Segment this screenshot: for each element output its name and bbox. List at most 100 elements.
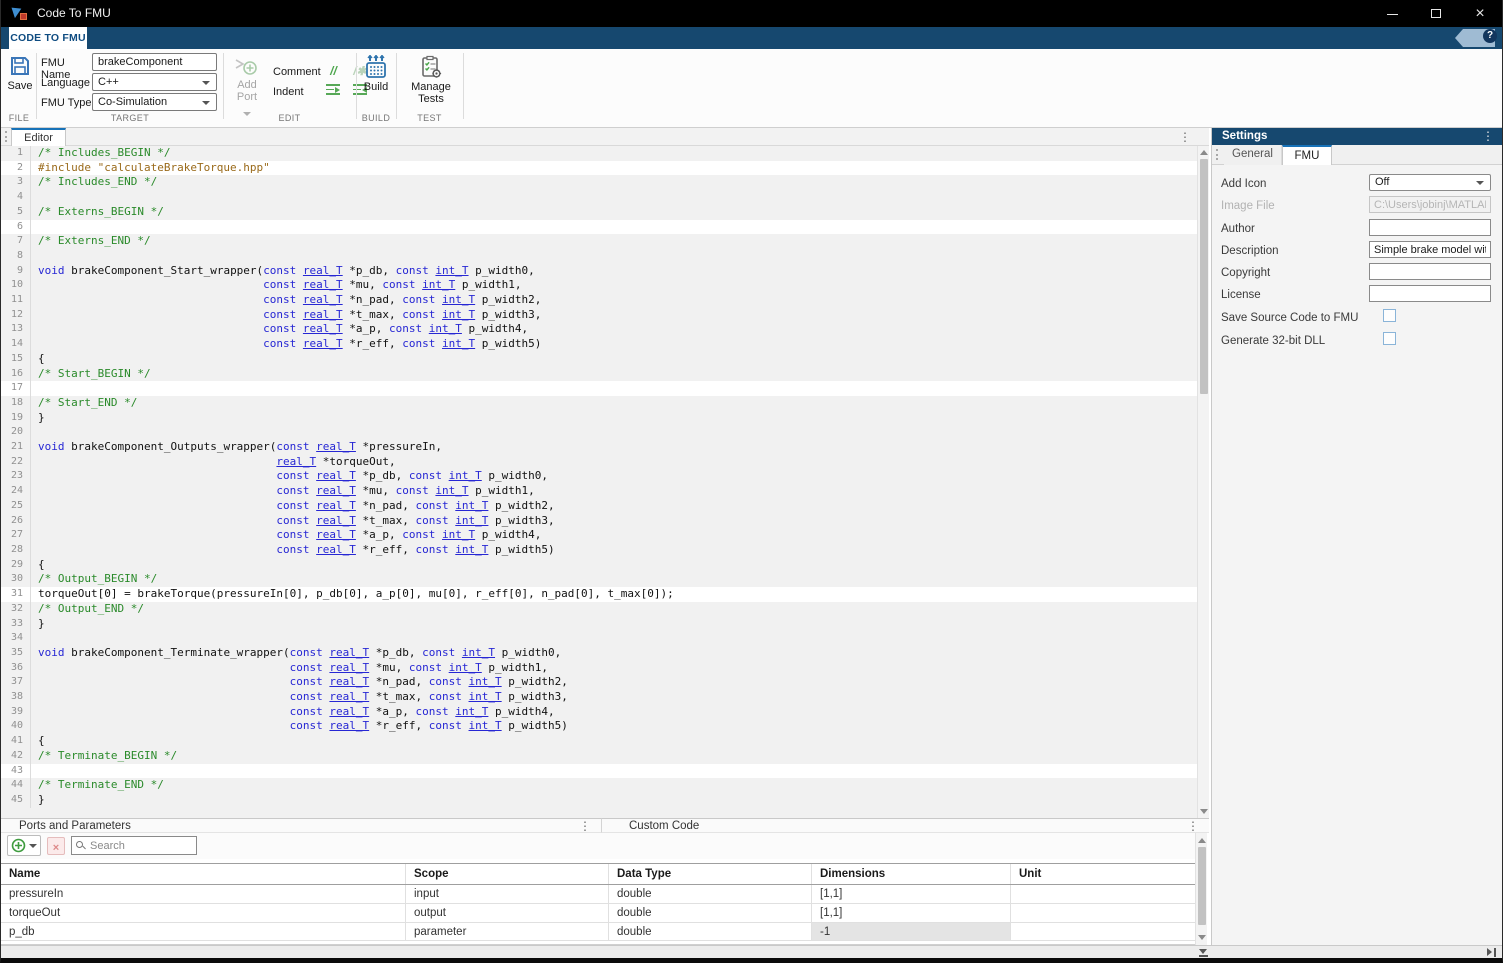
code-line[interactable]: 42/* Terminate_BEGIN */: [1, 749, 1197, 764]
code-line[interactable]: 41{: [1, 734, 1197, 749]
code-line[interactable]: 31torqueOut[0] = brakeTorque(pressureIn[…: [1, 587, 1197, 602]
table-cell[interactable]: [1,1]: [812, 885, 1011, 903]
table-cell[interactable]: double: [609, 904, 812, 922]
save-source-checkbox[interactable]: [1383, 309, 1396, 322]
scroll-to-end-icon[interactable]: [1487, 948, 1497, 957]
code-line[interactable]: 33}: [1, 617, 1197, 632]
code-line[interactable]: 16/* Start_BEGIN */: [1, 367, 1197, 382]
code-line[interactable]: 17: [1, 381, 1197, 396]
code-line[interactable]: 8: [1, 249, 1197, 264]
table-cell[interactable]: parameter: [406, 923, 609, 941]
indent-button[interactable]: [325, 82, 341, 100]
column-header[interactable]: Dimensions: [812, 864, 1011, 884]
language-dropdown[interactable]: C++: [92, 73, 217, 91]
license-input[interactable]: [1369, 285, 1491, 302]
code-line[interactable]: 9void brakeComponent_Start_wrapper(const…: [1, 264, 1197, 279]
custom-code-panel-header[interactable]: Custom Code ⋮: [601, 818, 1209, 833]
search-input[interactable]: [90, 838, 194, 853]
tab-editor[interactable]: Editor: [11, 128, 66, 146]
table-cell[interactable]: pressureIn: [1, 885, 406, 903]
table-cell[interactable]: -1: [812, 923, 1011, 941]
editor-scrollbar-thumb[interactable]: [1200, 159, 1208, 394]
ports-parameters-panel-header[interactable]: Ports and Parameters ⋮: [1, 818, 601, 833]
code-line[interactable]: 21void brakeComponent_Outputs_wrapper(co…: [1, 440, 1197, 455]
code-line[interactable]: 12 const real_T *t_max, const int_T p_wi…: [1, 308, 1197, 323]
code-line[interactable]: 38 const real_T *t_max, const int_T p_wi…: [1, 690, 1197, 705]
code-line[interactable]: 45}: [1, 793, 1197, 808]
code-line[interactable]: 22 real_T *torqueOut,: [1, 455, 1197, 470]
code-line[interactable]: 32/* Output_END */: [1, 602, 1197, 617]
ports-parameters-menu-icon[interactable]: ⋮: [579, 819, 591, 833]
code-line[interactable]: 11 const real_T *n_pad, const int_T p_wi…: [1, 293, 1197, 308]
table-cell[interactable]: double: [609, 885, 812, 903]
table-cell[interactable]: input: [406, 885, 609, 903]
code-line[interactable]: 26 const real_T *t_max, const int_T p_wi…: [1, 514, 1197, 529]
code-line[interactable]: 23 const real_T *p_db, const int_T p_wid…: [1, 469, 1197, 484]
code-line[interactable]: 25 const real_T *n_pad, const int_T p_wi…: [1, 499, 1197, 514]
code-line[interactable]: 15{: [1, 352, 1197, 367]
code-line[interactable]: 37 const real_T *n_pad, const int_T p_wi…: [1, 675, 1197, 690]
code-line[interactable]: 34: [1, 631, 1197, 646]
copyright-input[interactable]: [1369, 263, 1491, 280]
save-button[interactable]: Save: [5, 55, 35, 107]
editor-scrollbar[interactable]: [1197, 146, 1209, 818]
column-header[interactable]: Name: [1, 864, 406, 884]
table-cell[interactable]: output: [406, 904, 609, 922]
code-line[interactable]: 4: [1, 190, 1197, 205]
close-button[interactable]: ×: [1458, 0, 1502, 27]
table-row[interactable]: torqueOutoutputdouble[1,1]: [1, 904, 1197, 923]
manage-tests-button[interactable]: Manage Tests: [399, 55, 463, 107]
scroll-up-icon[interactable]: [1200, 150, 1208, 155]
table-cell[interactable]: p_db: [1, 923, 406, 941]
delete-entry-button[interactable]: ×: [47, 837, 65, 855]
tab-fmu[interactable]: FMU: [1282, 145, 1332, 165]
add-entry-button[interactable]: [7, 835, 41, 856]
comment-button[interactable]: //: [325, 62, 341, 80]
code-line[interactable]: 39 const real_T *a_p, const int_T p_widt…: [1, 705, 1197, 720]
fmu-name-input[interactable]: [92, 53, 217, 71]
editor-menu-icon[interactable]: ⋮: [1179, 130, 1191, 144]
code-line[interactable]: 29{: [1, 558, 1197, 573]
scroll-to-bottom-icon[interactable]: [1199, 949, 1208, 957]
code-line[interactable]: 30/* Output_BEGIN */: [1, 572, 1197, 587]
table-cell[interactable]: [1,1]: [812, 904, 1011, 922]
author-input[interactable]: [1369, 219, 1491, 236]
table-cell[interactable]: [1011, 885, 1197, 903]
code-area[interactable]: 1/* Includes_BEGIN */2#include "calculat…: [1, 146, 1197, 818]
code-line[interactable]: 24 const real_T *mu, const int_T p_width…: [1, 484, 1197, 499]
scroll-down-icon[interactable]: [1198, 935, 1206, 940]
table-row[interactable]: p_dbparameterdouble-1: [1, 923, 1197, 942]
table-scrollbar-thumb[interactable]: [1198, 847, 1206, 925]
code-line[interactable]: 18/* Start_END */: [1, 396, 1197, 411]
table-cell[interactable]: double: [609, 923, 812, 941]
scroll-down-icon[interactable]: [1200, 809, 1208, 814]
build-button[interactable]: Build: [359, 55, 393, 107]
code-line[interactable]: 14 const real_T *r_eff, const int_T p_wi…: [1, 337, 1197, 352]
code-line[interactable]: 20: [1, 425, 1197, 440]
settings-menu-icon[interactable]: ⋮: [1482, 129, 1494, 143]
add-icon-dropdown[interactable]: Off: [1369, 174, 1491, 191]
code-line[interactable]: 44/* Terminate_END */: [1, 778, 1197, 793]
scroll-up-icon[interactable]: [1198, 838, 1206, 843]
table-cell[interactable]: [1011, 923, 1197, 941]
add-port-button[interactable]: Add Port: [227, 55, 267, 117]
help-icon[interactable]: ?: [1483, 29, 1497, 43]
tab-code-to-fmu[interactable]: CODE TO FMU: [9, 27, 87, 49]
code-line[interactable]: 2#include "calculateBrakeTorque.hpp": [1, 161, 1197, 176]
code-line[interactable]: 7/* Externs_END */: [1, 234, 1197, 249]
maximize-button[interactable]: [1414, 0, 1458, 27]
code-line[interactable]: 6: [1, 220, 1197, 235]
column-header[interactable]: Unit: [1011, 864, 1197, 884]
custom-code-menu-icon[interactable]: ⋮: [1187, 819, 1199, 833]
column-header[interactable]: Scope: [406, 864, 609, 884]
code-line[interactable]: 3/* Includes_END */: [1, 175, 1197, 190]
code-line[interactable]: 35void brakeComponent_Terminate_wrapper(…: [1, 646, 1197, 661]
table-cell[interactable]: [1011, 904, 1197, 922]
table-row[interactable]: pressureIninputdouble[1,1]: [1, 885, 1197, 904]
code-line[interactable]: 27 const real_T *a_p, const int_T p_widt…: [1, 528, 1197, 543]
code-line[interactable]: 13 const real_T *a_p, const int_T p_widt…: [1, 322, 1197, 337]
code-line[interactable]: 28 const real_T *r_eff, const int_T p_wi…: [1, 543, 1197, 558]
table-scrollbar[interactable]: [1195, 833, 1207, 945]
panel-grip-icon[interactable]: [5, 131, 7, 142]
panel-grip-icon[interactable]: [1216, 149, 1218, 160]
